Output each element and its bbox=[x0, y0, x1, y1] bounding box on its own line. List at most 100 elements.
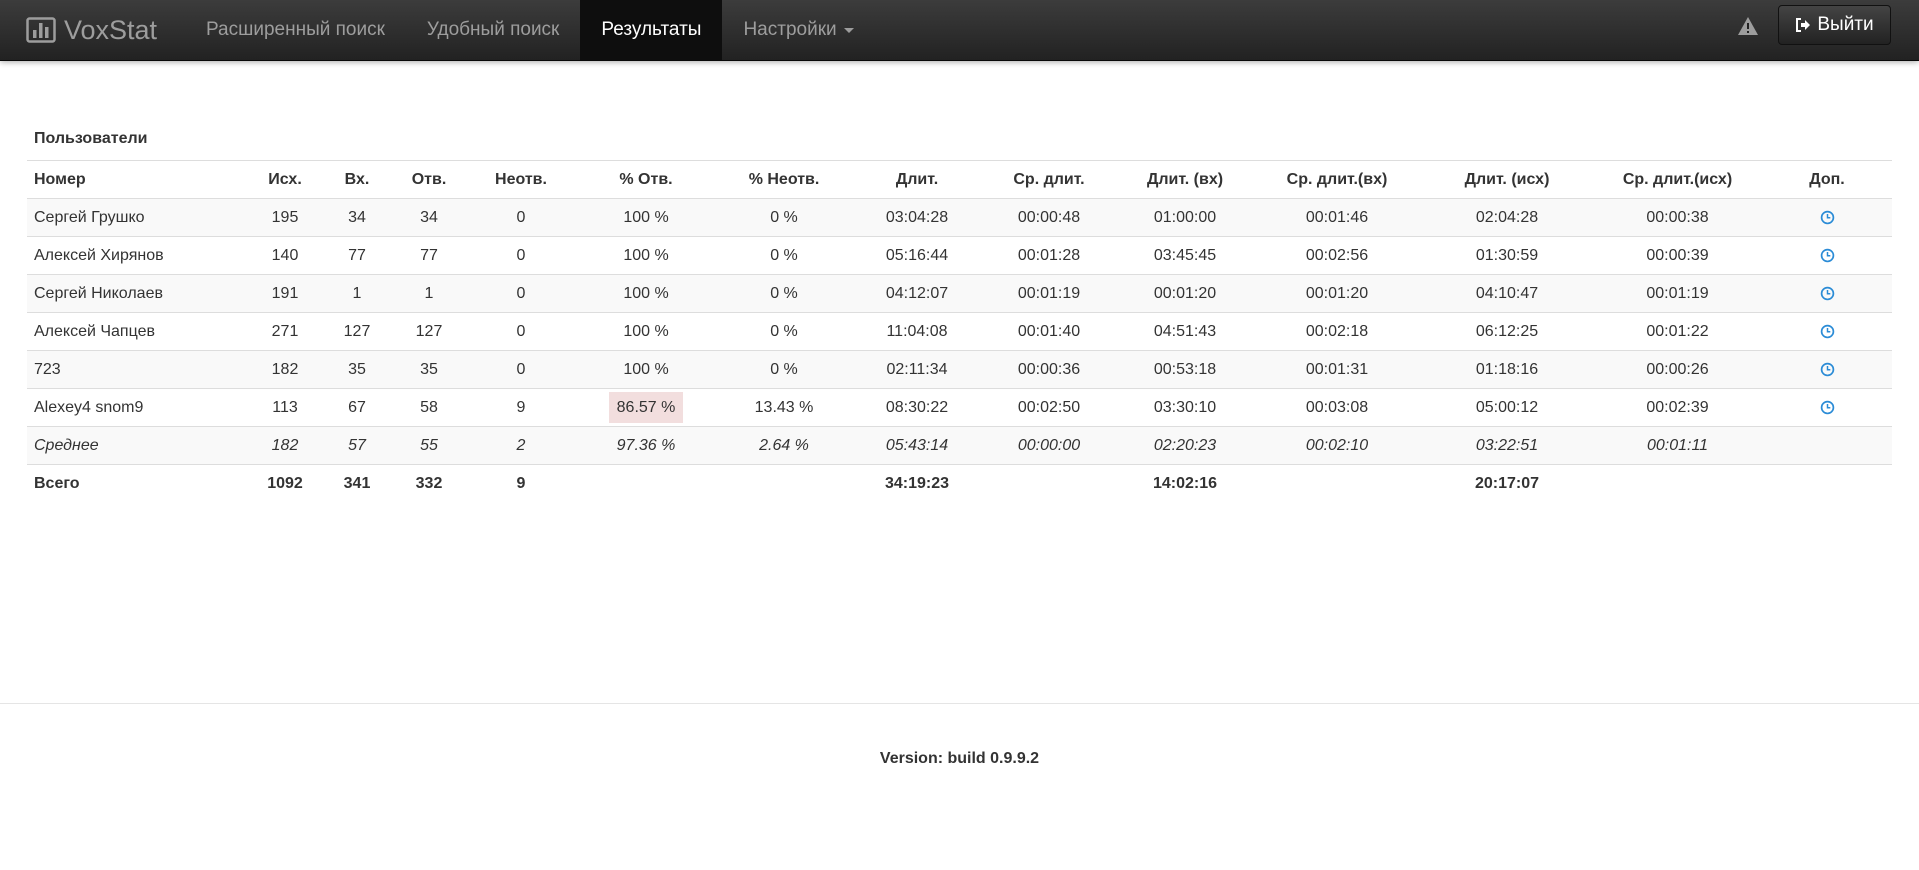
header-row: Номер Исх. Вх. Отв. Неотв.% Отв.% Неотв. Длит… bbox=[27, 160, 1892, 199]
table-cell: Среднее bbox=[27, 426, 249, 465]
table-cell bbox=[1593, 464, 1762, 503]
nav-results[interactable]: Результаты bbox=[580, 0, 723, 60]
table-cell: 00:01:11 bbox=[1593, 426, 1762, 465]
table-cell: Алексей Хирянов bbox=[27, 236, 249, 275]
total-row: Всего 1092 341 332 9 34:19:23 14:02:16 20:17:07 bbox=[27, 464, 1892, 503]
column-header: Неотв. bbox=[465, 160, 577, 199]
column-header: Длит. bbox=[853, 160, 981, 199]
table-cell: 271 bbox=[249, 312, 321, 351]
table-cell: 02:04:28 bbox=[1421, 198, 1593, 237]
table-cell: 13.43 % bbox=[715, 388, 853, 427]
sign-out-icon bbox=[1796, 18, 1811, 32]
nav-easy-search-label: Удобный поиск bbox=[426, 19, 560, 40]
table-cell: 77 bbox=[393, 236, 465, 275]
nav-advanced-search-label: Расширенный поиск bbox=[206, 19, 385, 40]
table-cell: 08:30:22 bbox=[853, 388, 981, 427]
table-cell: 00:02:18 bbox=[1253, 312, 1421, 351]
table-cell: 00:01:31 bbox=[1253, 350, 1421, 389]
column-header: Длит. (исх) bbox=[1421, 160, 1593, 199]
table-cell: 0 % bbox=[715, 198, 853, 237]
nav-settings-label: Настройки bbox=[743, 19, 837, 40]
table-cell: 182 bbox=[249, 426, 321, 465]
nav-advanced-search[interactable]: Расширенный поиск bbox=[185, 0, 406, 60]
table-cell: 100 % bbox=[577, 198, 715, 237]
table-header: Номер Исх. Вх. Отв. Неотв.% Отв.% Неотв. Длит… bbox=[27, 160, 1892, 199]
table-cell: 11:04:08 bbox=[853, 312, 981, 351]
table-cell: 127 bbox=[321, 312, 393, 351]
table-cell: 9 bbox=[465, 388, 577, 427]
table-cell: 01:30:59 bbox=[1421, 236, 1593, 275]
actions-cell bbox=[1762, 464, 1892, 503]
answered-percent-warning: 86.57 % bbox=[608, 391, 684, 423]
table-cell: 00:01:19 bbox=[1593, 274, 1762, 313]
clock-icon[interactable] bbox=[1820, 248, 1835, 263]
table-cell: 00:02:50 bbox=[981, 388, 1117, 427]
footer-divider bbox=[0, 703, 1919, 704]
top-navbar: VoxStat Расширенный поиск Удобный поиск … bbox=[0, 0, 1919, 61]
average-row: Среднее 182 57 55 2 97.36 % 2.64 % 05:43:14 00:0… bbox=[27, 426, 1892, 465]
column-header: Исх. bbox=[249, 160, 321, 199]
table-cell: 03:30:10 bbox=[1117, 388, 1253, 427]
clock-icon[interactable] bbox=[1820, 324, 1835, 339]
table-row: Сергей Николаев 191 1 1 0 100 % 0 % 04:12:07 00:… bbox=[27, 274, 1892, 313]
table-cell: 00:01:22 bbox=[1593, 312, 1762, 351]
nav-easy-search[interactable]: Удобный поиск bbox=[406, 0, 580, 60]
table-cell: 03:22:51 bbox=[1421, 426, 1593, 465]
warning-icon[interactable] bbox=[1737, 16, 1759, 36]
table-cell: 127 bbox=[393, 312, 465, 351]
table-cell: 04:12:07 bbox=[853, 274, 981, 313]
table-cell bbox=[577, 464, 715, 503]
column-header: Ср. длит.(исх) bbox=[1593, 160, 1762, 199]
brand-link[interactable]: VoxStat bbox=[26, 0, 157, 60]
table-cell: 1 bbox=[393, 274, 465, 313]
table-cell: 0 bbox=[465, 236, 577, 275]
nav-settings-dropdown[interactable]: Настройки bbox=[722, 0, 874, 60]
table-cell: 00:00:38 bbox=[1593, 198, 1762, 237]
table-cell: 86.57 % bbox=[577, 388, 715, 427]
table-cell: 00:00:39 bbox=[1593, 236, 1762, 275]
table-cell: 0 bbox=[465, 274, 577, 313]
table-cell: 00:00:48 bbox=[981, 198, 1117, 237]
table-cell: 00:01:46 bbox=[1253, 198, 1421, 237]
brand-name: VoxStat bbox=[64, 14, 158, 45]
table-cell bbox=[715, 464, 853, 503]
table-cell: 341 bbox=[321, 464, 393, 503]
table-cell: 06:12:25 bbox=[1421, 312, 1593, 351]
table-cell: 100 % bbox=[577, 236, 715, 275]
actions-cell bbox=[1762, 312, 1892, 351]
table-cell: 04:51:43 bbox=[1117, 312, 1253, 351]
table-cell: 0 bbox=[465, 350, 577, 389]
column-header: Ср. длит.(вх) bbox=[1253, 160, 1421, 199]
table-cell: 03:04:28 bbox=[853, 198, 981, 237]
actions-cell bbox=[1762, 350, 1892, 389]
column-header: Отв. bbox=[393, 160, 465, 199]
table-cell: 02:11:34 bbox=[853, 350, 981, 389]
table-cell: 67 bbox=[321, 388, 393, 427]
table-cell: 140 bbox=[249, 236, 321, 275]
table-cell: 100 % bbox=[577, 350, 715, 389]
table-cell: 03:45:45 bbox=[1117, 236, 1253, 275]
column-header: Длит. (вх) bbox=[1117, 160, 1253, 199]
table-cell: 00:00:36 bbox=[981, 350, 1117, 389]
table-cell: 34 bbox=[321, 198, 393, 237]
table-cell: 55 bbox=[393, 426, 465, 465]
table-cell: 58 bbox=[393, 388, 465, 427]
clock-icon[interactable] bbox=[1820, 362, 1835, 377]
clock-icon[interactable] bbox=[1820, 210, 1835, 225]
clock-icon[interactable] bbox=[1820, 286, 1835, 301]
table-cell: 723 bbox=[27, 350, 249, 389]
logout-button[interactable]: Выйти bbox=[1778, 5, 1891, 45]
table-cell: 34:19:23 bbox=[853, 464, 981, 503]
table-cell: 00:01:40 bbox=[981, 312, 1117, 351]
table-cell: 20:17:07 bbox=[1421, 464, 1593, 503]
table-cell: 00:01:19 bbox=[981, 274, 1117, 313]
table-cell: 35 bbox=[321, 350, 393, 389]
table-row: Алексей Чапцев 271 127 127 0 100 % 0 % 11:04:08… bbox=[27, 312, 1892, 351]
version-footer: Version: build 0.9.9.2 bbox=[879, 750, 1040, 767]
table-cell: 34 bbox=[393, 198, 465, 237]
table-cell: 97.36 % bbox=[577, 426, 715, 465]
table-cell: 01:00:00 bbox=[1117, 198, 1253, 237]
table-cell: Всего bbox=[27, 464, 249, 503]
table-cell: 0 bbox=[465, 198, 577, 237]
clock-icon[interactable] bbox=[1820, 400, 1835, 415]
